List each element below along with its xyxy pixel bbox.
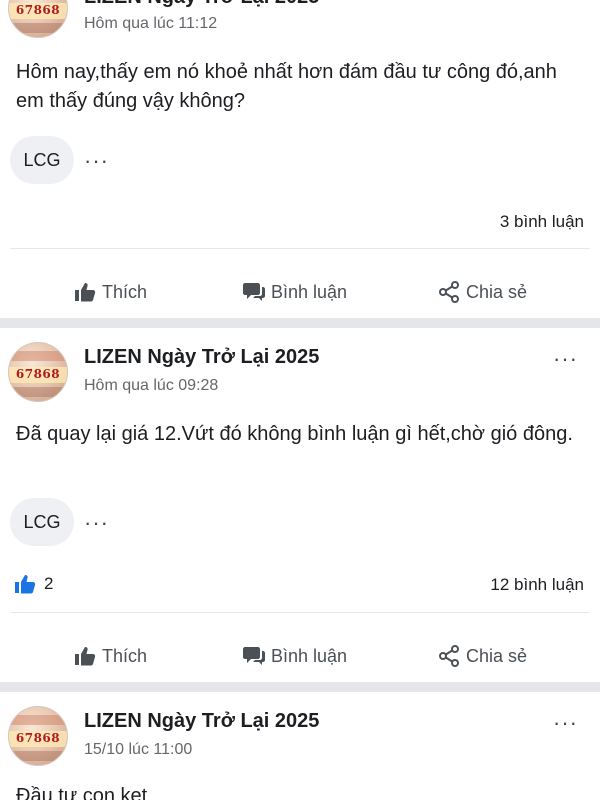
comment-icon	[243, 283, 265, 301]
like-button[interactable]: Thích	[74, 646, 147, 667]
post-2: 67868 LIZEN Ngày Trở Lại 2025 Hôm qua lú…	[0, 328, 600, 682]
comment-label: Bình luận	[271, 645, 348, 666]
divider	[10, 248, 590, 249]
share-button[interactable]: Chia sẻ	[438, 281, 527, 303]
like-count[interactable]: 2	[14, 574, 53, 594]
post-content: Đã quay lại giá 12.Vứt đó không bình luậ…	[16, 423, 573, 445]
author-name[interactable]: LIZEN Ngày Trở Lại 2025	[84, 346, 319, 369]
avatar-band	[9, 351, 67, 361]
stock-tag-chip[interactable]: LCG	[10, 498, 74, 546]
avatar-band	[9, 751, 67, 761]
post-1: 67868 LIZEN Ngày Trở Lại 2025 Hôm qua lú…	[0, 0, 600, 318]
comment-button[interactable]: Bình luận	[243, 646, 347, 667]
comment-count[interactable]: 3 bình luận	[500, 212, 584, 232]
avatar[interactable]: 67868	[8, 342, 68, 402]
action-bar: Thích Bình luận Chia sẻ	[0, 267, 600, 317]
avatar-band	[9, 387, 67, 397]
avatar[interactable]: 67868	[8, 706, 68, 766]
avatar-band	[9, 715, 67, 725]
like-label: Thích	[102, 645, 148, 666]
comment-count[interactable]: 12 bình luận	[490, 575, 584, 595]
share-icon	[439, 645, 459, 667]
post-time[interactable]: 15/10 lúc 11:00	[84, 741, 192, 759]
tag-more-icon[interactable]: ···	[84, 150, 109, 172]
post-content: Hôm nay,thấy em nó khoẻ nhất hơn đám đầu…	[16, 61, 557, 112]
post-3: 67868 LIZEN Ngày Trở Lại 2025 15/10 lúc …	[0, 692, 600, 800]
like-label: Thích	[102, 281, 148, 302]
post-separator	[0, 318, 600, 328]
post-more-icon[interactable]: ···	[553, 712, 578, 734]
avatar-band	[9, 23, 67, 33]
avatar[interactable]: 67868	[8, 0, 68, 38]
like-button[interactable]: Thích	[74, 282, 147, 303]
post-time[interactable]: Hôm qua lúc 11:12	[84, 15, 217, 33]
share-label: Chia sẻ	[466, 281, 528, 302]
post-separator	[0, 682, 600, 692]
comment-icon	[243, 647, 265, 665]
divider	[10, 612, 590, 613]
share-button[interactable]: Chia sẻ	[438, 645, 527, 667]
thumbs-up-icon	[75, 647, 96, 666]
tag-more-icon[interactable]: ···	[84, 512, 109, 534]
comment-button[interactable]: Bình luận	[243, 282, 347, 303]
author-name[interactable]: LIZEN Ngày Trở Lại 2025	[84, 0, 319, 9]
share-label: Chia sẻ	[466, 645, 528, 666]
comment-label: Bình luận	[271, 281, 348, 302]
avatar-stamp: 67868	[9, 731, 67, 747]
author-name[interactable]: LIZEN Ngày Trở Lại 2025	[84, 710, 319, 733]
share-icon	[439, 281, 459, 303]
avatar-stamp: 67868	[9, 367, 67, 383]
stock-tag-chip[interactable]: LCG	[10, 136, 74, 184]
post-time[interactable]: Hôm qua lúc 09:28	[84, 377, 218, 395]
avatar-stamp: 67868	[9, 3, 67, 19]
thumbs-up-icon	[75, 283, 96, 302]
like-count-value: 2	[44, 574, 54, 593]
post-more-icon[interactable]: ···	[553, 348, 578, 370]
action-bar: Thích Bình luận Chia sẻ	[0, 631, 600, 681]
post-content: Đầu tư con kẹt	[16, 785, 148, 800]
like-reaction-icon	[15, 575, 36, 594]
